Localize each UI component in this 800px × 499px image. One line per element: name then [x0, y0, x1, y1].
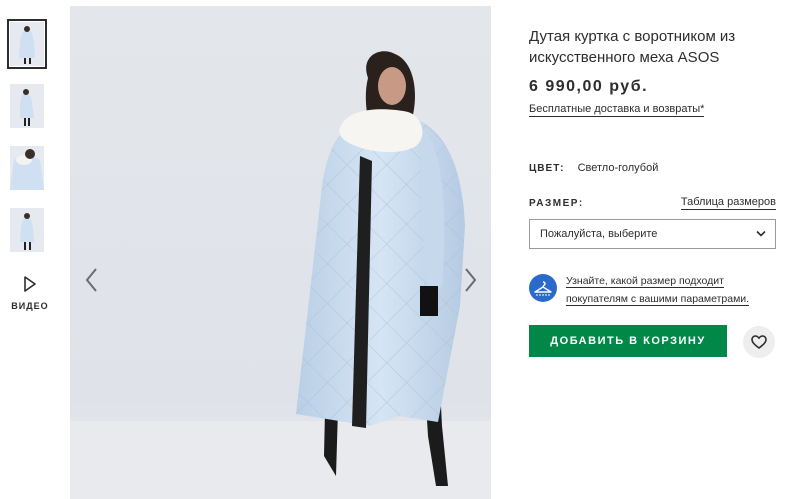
hanger-icon	[529, 274, 557, 302]
thumbnail-list	[7, 19, 48, 270]
heart-icon	[751, 335, 767, 349]
chevron-down-icon	[756, 230, 766, 237]
thumbnail-1[interactable]	[7, 19, 47, 69]
size-label: РАЗМЕР:	[529, 198, 584, 209]
free-delivery-link[interactable]: Бесплатные доставка и возвраты*	[529, 102, 705, 117]
colour-row: ЦВЕТ: Светло-голубой	[529, 162, 658, 174]
product-price: 6 990,00 руб.	[529, 78, 649, 95]
thumbnail-4[interactable]	[10, 208, 44, 252]
thumbnail-image	[10, 208, 44, 252]
size-select-value: Пожалуйста, выберите	[540, 228, 658, 240]
product-info: Дутая куртка с воротником из искусственн…	[529, 26, 779, 117]
save-for-later-button[interactable]	[743, 326, 775, 358]
video-label: ВИДЕО	[11, 301, 49, 311]
fit-assistant-text[interactable]: Узнайте, какой размер подходит покупател…	[566, 272, 776, 308]
chevron-left-icon[interactable]	[82, 266, 102, 294]
product-title: Дутая куртка с воротником из искусственн…	[529, 28, 736, 66]
thumbnail-image	[10, 84, 44, 128]
colour-label: ЦВЕТ:	[529, 163, 565, 174]
product-photo	[70, 6, 491, 499]
product-main-image[interactable]	[70, 6, 491, 499]
chevron-right-icon[interactable]	[460, 266, 480, 294]
thumbnail-image	[10, 146, 44, 190]
fit-assistant[interactable]: Узнайте, какой размер подходит покупател…	[529, 272, 779, 308]
thumbnail-image	[10, 22, 44, 66]
video-button[interactable]: ВИДЕО	[10, 276, 50, 314]
fit-assistant-link[interactable]: Узнайте, какой размер подходит покупател…	[566, 275, 750, 306]
size-chart-link[interactable]: Таблица размеров	[680, 196, 776, 210]
add-to-bag-button[interactable]: ДОБАВИТЬ В КОРЗИНУ	[529, 325, 727, 357]
size-row: РАЗМЕР: Таблица размеров	[529, 196, 776, 212]
size-select[interactable]: Пожалуйста, выберите	[529, 219, 776, 249]
thumbnail-3[interactable]	[10, 146, 44, 190]
play-icon	[24, 276, 36, 292]
colour-value: Светло-голубой	[577, 162, 659, 174]
thumbnail-2[interactable]	[10, 84, 44, 128]
